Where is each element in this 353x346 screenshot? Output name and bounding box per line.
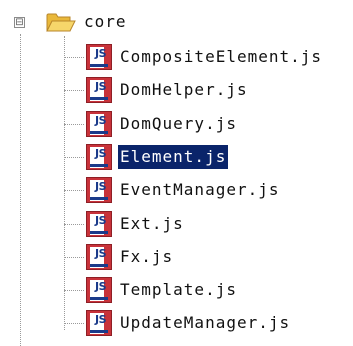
js-file-bar (90, 330, 108, 333)
tree-guide-connector (64, 257, 84, 258)
js-badge-text: JS (95, 114, 107, 127)
file-tree: ⊟ core JS CompositeElement.js JS DomHelper.… (0, 0, 353, 346)
tree-guide-connector (64, 224, 84, 225)
js-badge-text: JS (95, 180, 107, 193)
collapse-toggle-icon[interactable]: ⊟ (14, 17, 25, 28)
js-file-bar (90, 64, 108, 67)
tree-guide-line-root (20, 34, 21, 346)
js-file-bar (90, 97, 108, 100)
js-badge-text: JS (95, 47, 107, 60)
tree-item-label[interactable]: CompositeElement.js (118, 45, 324, 69)
tree-item-label[interactable]: EventManager.js (118, 178, 282, 202)
js-file-bar (90, 297, 108, 300)
js-file-icon: JS (86, 44, 112, 70)
js-file-bar (90, 231, 108, 234)
tree-guide-connector (64, 90, 84, 91)
js-file-icon: JS (86, 211, 112, 237)
js-badge-text: JS (95, 313, 107, 326)
js-badge-text: JS (95, 280, 107, 293)
tree-item-label-selected[interactable]: Element.js (118, 145, 229, 169)
tree-item-label[interactable]: Ext.js (118, 212, 186, 236)
tree-guide-connector (64, 57, 84, 58)
tree-item-label[interactable]: DomHelper.js (118, 78, 250, 102)
js-badge-text: JS (95, 80, 107, 93)
js-badge-text: JS (95, 147, 107, 160)
js-file-icon: JS (86, 277, 112, 303)
js-badge-text: JS (95, 247, 107, 260)
js-file-icon: JS (86, 244, 112, 270)
tree-guide-line-children (64, 36, 65, 330)
js-file-bar (90, 264, 108, 267)
tree-item-label[interactable]: Fx.js (118, 245, 175, 269)
js-file-icon: JS (86, 111, 112, 137)
tree-node-label: core (84, 12, 127, 31)
js-file-icon: JS (86, 77, 112, 103)
js-file-bar (90, 164, 108, 167)
js-file-bar (90, 131, 108, 134)
js-file-icon: JS (86, 310, 112, 336)
js-file-bar (90, 197, 108, 200)
tree-guide-connector (64, 157, 84, 158)
folder-open-icon (46, 13, 76, 32)
js-file-icon: JS (86, 144, 112, 170)
tree-guide-connector (64, 190, 84, 191)
tree-item-label[interactable]: UpdateManager.js (118, 311, 292, 335)
tree-item-label[interactable]: Template.js (118, 278, 239, 302)
tree-item-label[interactable]: DomQuery.js (118, 112, 239, 136)
tree-guide-connector (64, 124, 84, 125)
js-badge-text: JS (95, 214, 107, 227)
js-file-icon: JS (86, 177, 112, 203)
tree-guide-connector (64, 323, 84, 324)
tree-guide-connector (64, 290, 84, 291)
